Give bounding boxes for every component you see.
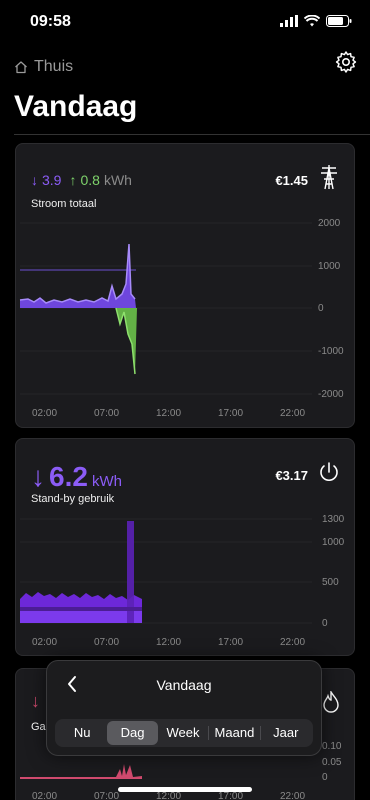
x-tick: 17:00 [218,791,243,800]
x-tick: 07:00 [94,791,119,800]
standby-chart: 1300 1000 500 0 02:00 07:00 12:00 17:00 … [20,514,345,648]
y-tick: 0 [318,303,324,314]
period-option-nu[interactable]: Nu [57,721,107,745]
y-tick: 0 [322,772,328,783]
standby-y-ticks: 1300 1000 500 0 [322,514,345,629]
gas-area [20,764,142,779]
y-tick: -1000 [318,346,344,357]
period-segmented-control: Nu Dag Week Maand Jaar [55,719,313,747]
home-icon [15,61,27,74]
stroom-card[interactable]: ↓ 3.9 ↑ 0.8 kWh Stroom totaal €1.45 2000… [15,143,355,428]
standby-card[interactable]: ↓ 6.2 kWh Stand-by gebruik €3.17 1300 10… [15,438,355,656]
stroom-import-line [19,243,136,304]
x-tick: 12:00 [156,637,181,648]
y-tick: 500 [322,577,339,588]
status-time: 09:58 [30,13,71,30]
status-icons [280,15,352,27]
x-tick: 22:00 [280,637,305,648]
x-tick: 12:00 [156,408,181,419]
home-indicator[interactable] [118,787,252,792]
x-tick: 02:00 [32,408,57,419]
y-tick: 1000 [318,261,341,272]
y-tick: 0.10 [322,741,342,752]
y-tick: -2000 [318,389,344,400]
y-tick: 0.05 [322,757,342,768]
y-tick: 2000 [318,218,341,229]
period-option-week[interactable]: Week [158,721,208,745]
standby-x-ticks: 02:00 07:00 12:00 17:00 22:00 [32,637,305,648]
wifi-icon [304,15,320,27]
standby-area-top [20,592,142,607]
stroom-x-ticks: 02:00 07:00 12:00 17:00 22:00 [32,408,305,419]
y-tick: 1300 [322,514,345,525]
standby-dark-band [20,607,142,611]
period-picker-title: Vandaag [156,677,212,693]
stroom-y-ticks: 2000 1000 0 -1000 -2000 [318,218,344,400]
x-tick: 17:00 [218,637,243,648]
signal-icon [280,15,298,27]
stroom-import-area [20,244,136,308]
y-tick: 1000 [322,537,345,548]
stroom-gridlines [20,222,312,395]
gas-y-ticks: 0.10 0.05 0 [322,741,342,783]
x-tick: 07:00 [94,637,119,648]
period-option-jaar[interactable]: Jaar [261,721,311,745]
x-tick: 02:00 [32,637,57,648]
back-link[interactable]: Thuis [14,58,73,76]
title-divider [14,134,370,135]
back-link-label: Thuis [34,58,74,75]
x-tick: 12:00 [156,791,181,800]
stroom-chart: 2000 1000 0 -1000 -2000 02:00 07:00 12:0… [19,218,344,419]
page-title: Vandaag [14,90,138,123]
gear-icon[interactable] [334,50,358,74]
x-tick: 07:00 [94,408,119,419]
x-tick: 17:00 [218,408,243,419]
x-tick: 22:00 [280,791,305,800]
y-tick: 0 [322,618,328,629]
battery-icon [326,15,352,27]
status-bar: 09:58 [0,0,370,44]
x-tick: 02:00 [32,791,57,800]
period-option-maand[interactable]: Maand [209,721,259,745]
gas-x-ticks: 02:00 07:00 12:00 17:00 22:00 [32,791,305,800]
period-option-dag[interactable]: Dag [107,721,158,745]
period-picker: Vandaag Nu Dag Week Maand Jaar [46,660,322,756]
x-tick: 22:00 [280,408,305,419]
